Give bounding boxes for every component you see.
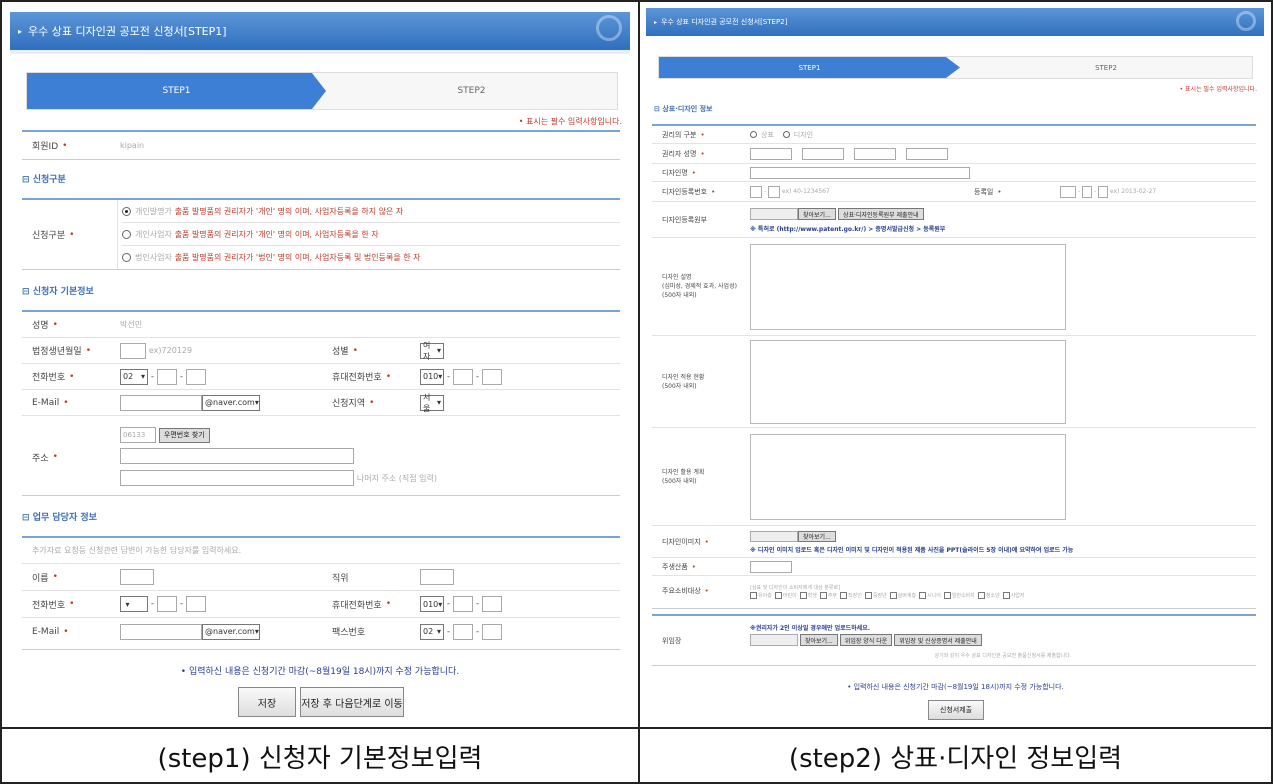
caption-step1: (step1) 신청자 기본정보입력 [157, 744, 483, 774]
outer-frame [0, 0, 1273, 784]
vertical-divider [638, 0, 640, 784]
caption-step2: (step2) 상표·디자인 정보입력 [788, 744, 1123, 774]
